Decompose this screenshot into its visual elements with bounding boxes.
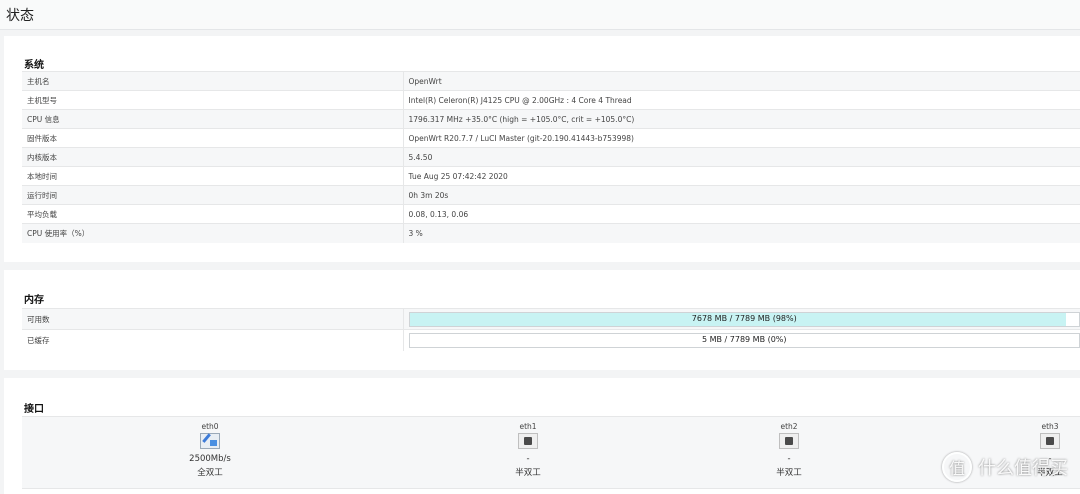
table-row: 主机型号 Intel(R) Celeron(R) J4125 CPU @ 2.00… <box>22 90 1080 110</box>
table-row: 已缓存 5 MB / 7789 MB (0%) <box>22 329 1080 351</box>
watermark-logo: 值 <box>942 452 972 482</box>
row-value: 0h 3m 20s <box>403 185 1080 205</box>
row-value: Intel(R) Celeron(R) J4125 CPU @ 2.00GHz … <box>403 90 1080 110</box>
port-eth2: eth2 - 半双工 <box>749 422 829 478</box>
row-key: 内核版本 <box>22 147 404 167</box>
ethernet-port-icon <box>1040 433 1060 449</box>
network-panel: 接口 eth0 2500Mb/s 全双工 eth1 - 半双工 eth2 - 半… <box>4 378 1080 494</box>
row-key: 主机名 <box>22 71 404 91</box>
table-row: 平均负载 0.08, 0.13, 0.06 <box>22 204 1080 224</box>
memory-cached-bar: 5 MB / 7789 MB (0%) <box>408 332 1080 348</box>
port-name: eth2 <box>780 422 798 431</box>
row-value: 5 MB / 7789 MB (0%) <box>403 329 1080 351</box>
port-name: eth1 <box>519 422 537 431</box>
port-speed: - <box>787 454 791 464</box>
memory-table: 可用数 7678 MB / 7789 MB (98%) 已缓存 5 MB / 7… <box>22 308 1080 351</box>
row-value: Tue Aug 25 07:42:42 2020 <box>403 166 1080 186</box>
progress-text: 7678 MB / 7789 MB (98%) <box>691 313 797 323</box>
table-row: CPU 信息 1796.317 MHz +35.0°C (high = +105.… <box>22 109 1080 129</box>
row-key: 可用数 <box>22 308 404 330</box>
row-value: OpenWrt <box>403 71 1080 91</box>
memory-available-bar: 7678 MB / 7789 MB (98%) <box>408 311 1080 327</box>
port-eth0: eth0 2500Mb/s 全双工 <box>170 422 250 478</box>
row-key: 平均负载 <box>22 204 404 224</box>
network-title: 接口 <box>24 404 44 415</box>
row-value: 5.4.50 <box>403 147 1080 167</box>
memory-panel: 内存 可用数 7678 MB / 7789 MB (98%) 已缓存 5 MB … <box>4 270 1080 370</box>
system-panel: 系统 主机名 OpenWrt 主机型号 Intel(R) Celeron(R) J4… <box>4 36 1080 262</box>
port-duplex: 全双工 <box>197 468 223 478</box>
port-name: eth3 <box>1041 422 1059 431</box>
row-value: OpenWrt R20.7.7 / LuCI Master (git-20.19… <box>403 128 1080 148</box>
row-key: 固件版本 <box>22 128 404 148</box>
ethernet-port-icon <box>779 433 799 449</box>
port-speed: 2500Mb/s <box>189 454 231 464</box>
table-row: 可用数 7678 MB / 7789 MB (98%) <box>22 308 1080 330</box>
row-key: CPU 使用率（%） <box>22 223 404 243</box>
table-row: 内核版本 5.4.50 <box>22 147 1080 167</box>
row-value: 0.08, 0.13, 0.06 <box>403 204 1080 224</box>
table-row: 固件版本 OpenWrt R20.7.7 / LuCI Master (git-2… <box>22 128 1080 148</box>
ethernet-port-connected-icon <box>200 433 220 449</box>
table-row: CPU 使用率（%） 3 % <box>22 223 1080 243</box>
row-value: 3 % <box>403 223 1080 243</box>
memory-title: 内存 <box>24 295 44 306</box>
page-header: 状态 <box>0 0 1080 30</box>
row-value: 1796.317 MHz +35.0°C (high = +105.0°C, c… <box>403 109 1080 129</box>
table-row: 本地时间 Tue Aug 25 07:42:42 2020 <box>22 166 1080 186</box>
port-duplex: 半双工 <box>776 468 802 478</box>
watermark: 值 什么值得买 <box>942 452 1068 482</box>
ethernet-port-icon <box>518 433 538 449</box>
page-title: 状态 <box>6 8 34 24</box>
row-key: 已缓存 <box>22 329 404 351</box>
port-name: eth0 <box>201 422 219 431</box>
port-eth1: eth1 - 半双工 <box>488 422 568 478</box>
row-key: 运行时间 <box>22 185 404 205</box>
progress-text: 5 MB / 7789 MB (0%) <box>701 334 787 344</box>
port-speed: - <box>526 454 530 464</box>
table-row: 主机名 OpenWrt <box>22 71 1080 91</box>
row-value: 7678 MB / 7789 MB (98%) <box>403 308 1080 330</box>
system-title: 系统 <box>24 60 44 71</box>
row-key: 本地时间 <box>22 166 404 186</box>
port-duplex: 半双工 <box>515 468 541 478</box>
port-status-row: eth0 2500Mb/s 全双工 eth1 - 半双工 eth2 - 半双工 … <box>22 416 1080 489</box>
watermark-text: 什么值得买 <box>978 458 1068 479</box>
system-table: 主机名 OpenWrt 主机型号 Intel(R) Celeron(R) J4125… <box>22 71 1080 243</box>
row-key: 主机型号 <box>22 90 404 110</box>
table-row: 运行时间 0h 3m 20s <box>22 185 1080 205</box>
row-key: CPU 信息 <box>22 109 404 129</box>
